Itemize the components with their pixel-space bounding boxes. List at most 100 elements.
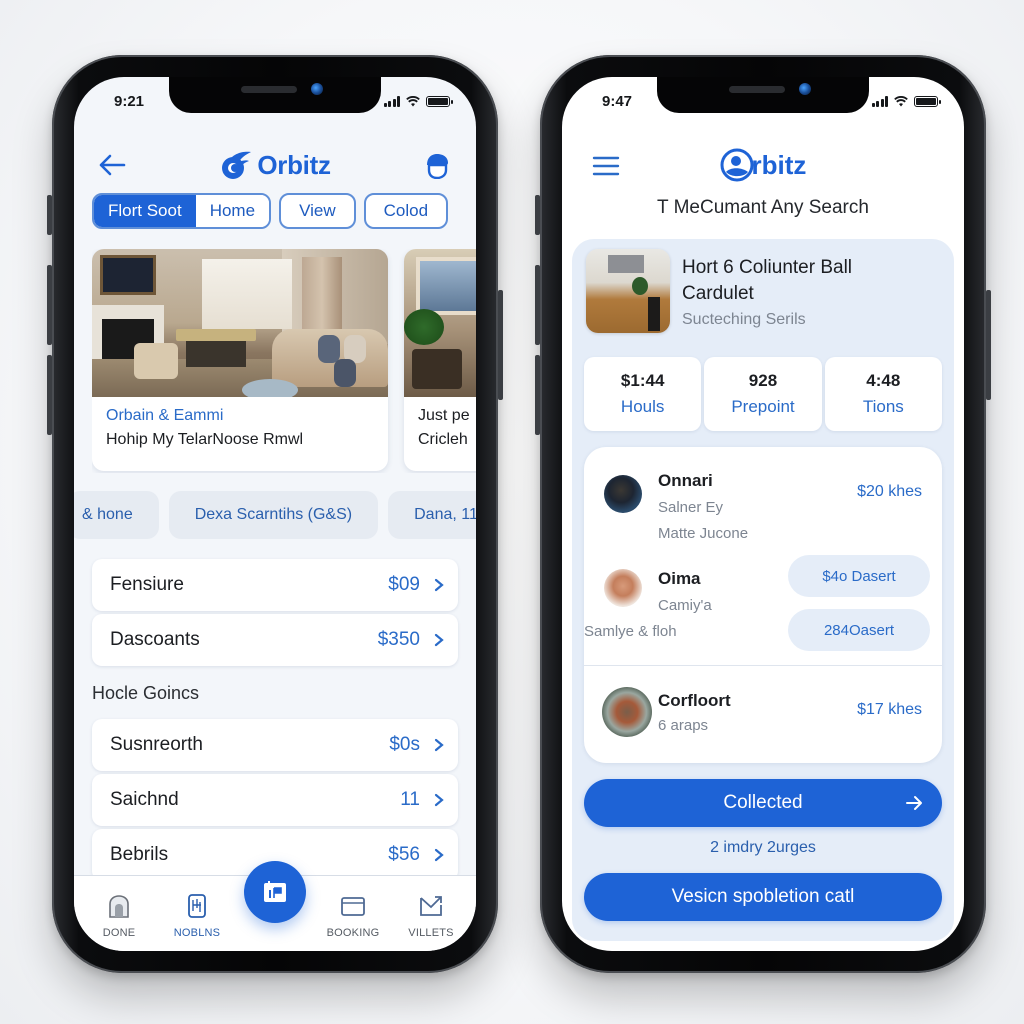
avatar (602, 687, 652, 737)
chevron-right-icon (434, 738, 444, 752)
chip-dana[interactable]: Dana, 112 (388, 491, 476, 539)
chevron-right-icon (434, 633, 444, 647)
tab-booking[interactable]: BOOKING (318, 893, 388, 939)
hotel-thumbnail (586, 249, 670, 333)
hint-text: 2 imdry 2urges (710, 839, 816, 856)
mail-icon (420, 896, 442, 916)
listing-subtitle: Cricleh (418, 431, 468, 448)
person-name: Onnari (658, 471, 713, 490)
volume-up-button (535, 265, 540, 345)
tab-view[interactable]: View (279, 193, 356, 229)
brand-name: Orbitz (257, 149, 331, 180)
listing-subtitle: Hohip My TelarNoose Rmwl (106, 431, 304, 448)
stats-row: $1:44 Houls 928 Prepoint 4:48 Tions (584, 357, 942, 431)
phone-left: 9:21 Orbitz Flort Soot Home View Colod O… (47, 55, 503, 973)
hotel-summary[interactable]: Hort 6 Coliunter Ball Cardulet Suctechin… (586, 249, 940, 335)
stat-value: 928 (748, 371, 778, 390)
brand-logo: rbitz (720, 148, 806, 182)
tab-home[interactable]: Home (195, 195, 270, 227)
tab-label: NOBLNS (173, 927, 221, 939)
battery-icon (914, 95, 941, 107)
camera-icon (311, 83, 323, 95)
version-button[interactable]: Vesicn spobletion catl (584, 873, 942, 921)
tab-label: BOOKING (326, 927, 380, 939)
price-list: Susnreorth $0s Saichnd 11 Bebrils $56 (92, 719, 458, 884)
listing-card[interactable]: Just pe Cricleh (404, 249, 476, 471)
list-item-label: Saichnd (110, 789, 179, 810)
person-detail: 6 araps (658, 717, 709, 734)
chip-home[interactable]: & hone (74, 491, 159, 539)
list-item[interactable]: Fensiure $09 (92, 559, 458, 611)
app-header: Orbitz (74, 143, 476, 187)
power-button (986, 290, 991, 400)
results-panel: Hort 6 Coliunter Ball Cardulet Suctechin… (572, 239, 954, 941)
tab-villets[interactable]: VILLETS (396, 893, 466, 939)
hotel-name: Hort 6 Coliunter Ball Cardulet (682, 257, 853, 304)
tab-colod[interactable]: Colod (363, 193, 449, 229)
button-label: Vesicn spobletion catl (671, 886, 855, 907)
person-detail: Samlye & floh (584, 623, 677, 640)
status-time: 9:21 (114, 92, 145, 110)
notch (657, 77, 869, 113)
wifi-icon (406, 95, 420, 107)
mute-switch (47, 195, 52, 235)
power-button (498, 290, 503, 400)
list-item[interactable]: Susnreorth $0s (92, 719, 458, 771)
list-item-label: Dascoants (110, 629, 200, 650)
chevron-right-icon (434, 578, 444, 592)
person-detail: Salner Ey (658, 499, 724, 516)
section-title: Hocle Goincs (92, 683, 200, 703)
status-time: 9:47 (602, 92, 633, 110)
back-arrow-icon[interactable] (98, 153, 126, 177)
list-item-label: Bebrils (110, 844, 169, 865)
page-subtitle: T MeCumant Any Search (657, 197, 869, 218)
stat-label: Prepoint (731, 397, 795, 416)
price-pill[interactable]: $4o Dasert (788, 555, 930, 597)
stat-value: $1:44 (620, 371, 665, 390)
price-list: Fensiure $09 Dascoants $350 (92, 559, 458, 669)
user-avatar-icon[interactable] (424, 153, 450, 179)
button-label: Collected (723, 792, 803, 813)
filter-tabs: Flort Soot Home View Colod (92, 193, 458, 229)
stat-prepoint[interactable]: 928 Prepoint (704, 357, 822, 431)
stat-tions[interactable]: 4:48 Tions (824, 357, 942, 431)
fab-button[interactable] (244, 861, 306, 923)
arrow-right-icon (906, 796, 922, 810)
list-item[interactable]: Saichnd 11 (92, 774, 458, 826)
flag-card-icon (264, 881, 286, 902)
price-pill[interactable]: 284Oasert (788, 609, 930, 651)
tab-noblns[interactable]: NOBLNS (162, 893, 232, 939)
list-item[interactable]: Dascoants $350 (92, 614, 458, 666)
signal-icon (871, 95, 888, 107)
hamburger-menu-icon[interactable] (592, 155, 620, 177)
avatar (604, 569, 642, 607)
battery-icon (426, 95, 453, 107)
collected-button[interactable]: Collected (584, 779, 942, 827)
signal-icon (383, 95, 400, 107)
screen-left: 9:21 Orbitz Flort Soot Home View Colod O… (74, 77, 476, 951)
list-item-value: $0s (389, 734, 420, 755)
volume-down-button (47, 355, 52, 435)
list-item-value: 11 (400, 789, 420, 810)
bookings-list-icon (188, 894, 206, 918)
phone-right: 9:47 rbitz T MeCumant Any Search Hort 6 (535, 55, 991, 973)
app-header: rbitz (562, 143, 964, 187)
tab-done[interactable]: DONE (84, 893, 154, 939)
home-icon (109, 895, 129, 918)
tab-flort-soot[interactable]: Flort Soot (94, 195, 196, 227)
screen-right: 9:47 rbitz T MeCumant Any Search Hort 6 (562, 77, 964, 951)
listing-card[interactable]: Orbain & Eammi Hohip My TelarNoose Rmwl (92, 249, 388, 471)
listing-carousel: Orbain & Eammi Hohip My TelarNoose Rmwl … (92, 249, 476, 473)
divider (584, 665, 942, 666)
list-item-value: $350 (377, 629, 420, 650)
notch (169, 77, 381, 113)
list-item-value: $09 (388, 574, 420, 595)
stat-label: Houls (620, 397, 665, 416)
tab-label: VILLETS (408, 927, 454, 939)
list-item-value: $56 (388, 844, 420, 865)
chevron-right-icon (434, 848, 444, 862)
stat-houls[interactable]: $1:44 Houls (584, 357, 702, 431)
avatar (604, 475, 642, 513)
chip-dexa[interactable]: Dexa Scarntihs (G&S) (168, 491, 379, 539)
brand-logo: Orbitz (219, 149, 331, 181)
